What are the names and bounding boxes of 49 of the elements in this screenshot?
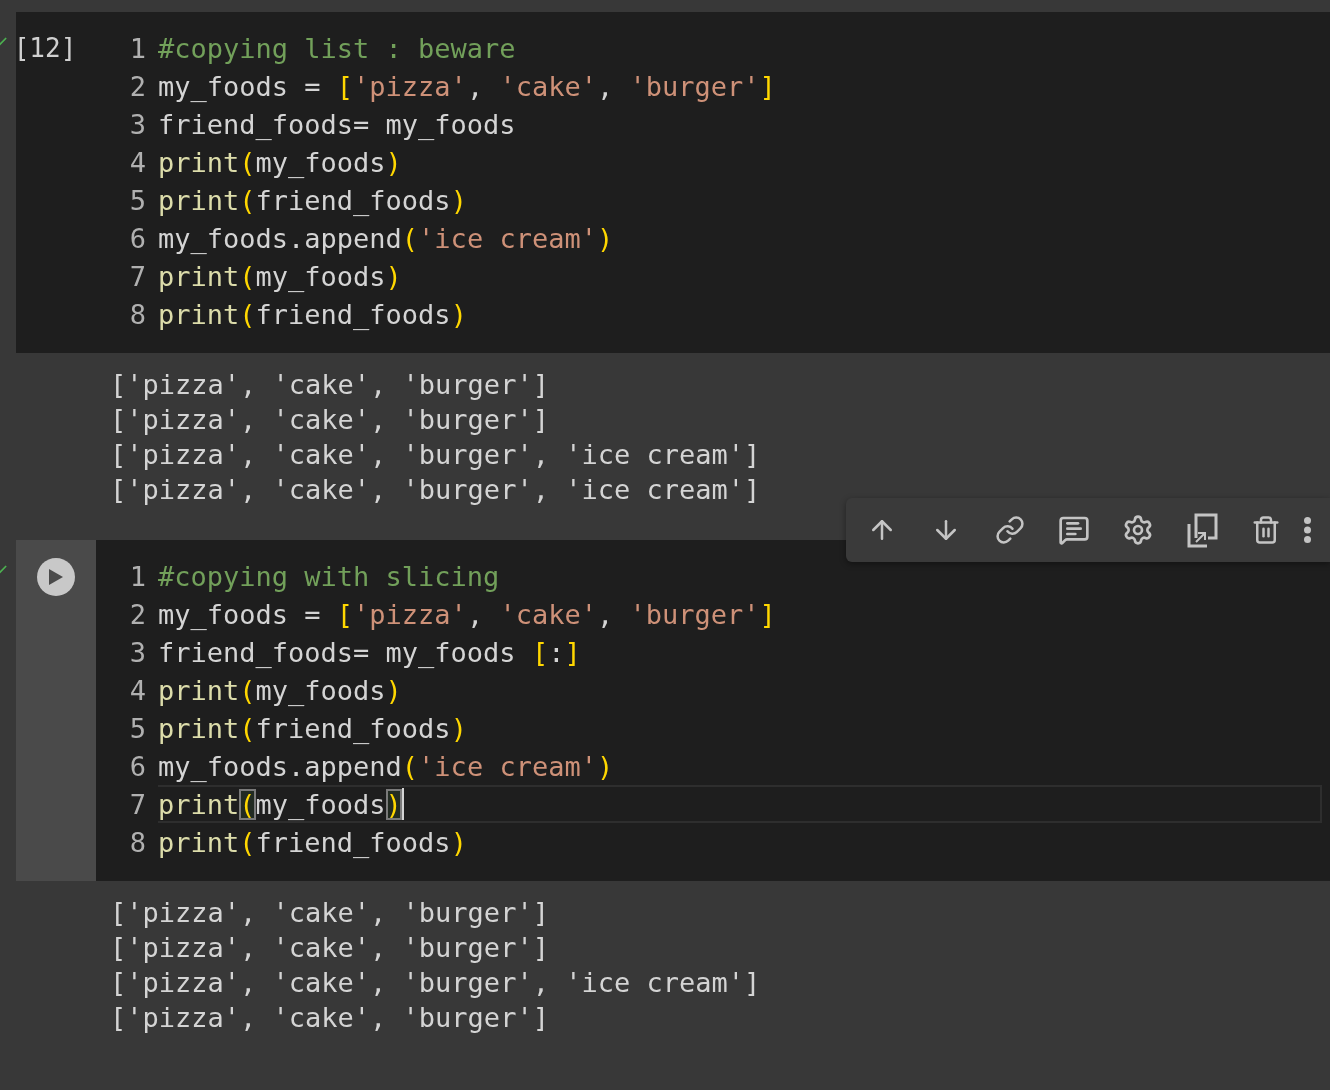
- comment-icon: [1058, 514, 1090, 546]
- output-line: ['pizza', 'cake', 'burger']: [110, 403, 550, 437]
- code-line: friend_foods= my_foods: [158, 107, 517, 142]
- line-number: 4: [128, 146, 146, 178]
- line-number: 3: [128, 108, 146, 140]
- output-line: ['pizza', 'cake', 'burger', 'ice cream']: [110, 438, 762, 472]
- code-line: my_foods.append('ice cream'): [158, 221, 615, 256]
- trash-icon: [1251, 515, 1281, 545]
- line-number: 3: [128, 636, 146, 668]
- output-line: ['pizza', 'cake', 'burger']: [110, 931, 550, 965]
- line-number: 2: [128, 598, 146, 630]
- code-line: print(my_foods): [158, 259, 403, 294]
- line-number: 8: [128, 826, 146, 858]
- code-line: #copying list : beware: [158, 31, 517, 66]
- code-line: print(friend_foods): [158, 825, 468, 860]
- output-line: ['pizza', 'cake', 'burger']: [110, 1001, 550, 1035]
- line-number: 1: [128, 32, 146, 64]
- code-line: friend_foods= my_foods [:]: [158, 635, 582, 670]
- line-number: 6: [128, 222, 146, 254]
- line-number: 8: [128, 298, 146, 330]
- settings-icon: [1122, 514, 1154, 546]
- code-line: print(my_foods): [158, 673, 403, 708]
- code-line: print(friend_foods): [158, 297, 468, 332]
- code-line: print(friend_foods): [158, 711, 468, 746]
- link-icon: [995, 515, 1025, 545]
- play-icon: [48, 568, 64, 586]
- code-line: print(friend_foods): [158, 183, 468, 218]
- more-icon: [1304, 517, 1311, 543]
- code-line: #copying with slicing: [158, 559, 501, 594]
- line-number: 4: [128, 674, 146, 706]
- line-number: 7: [128, 788, 146, 820]
- line-number: 1: [128, 560, 146, 592]
- code-line: my_foods = ['pizza', 'cake', 'burger']: [158, 597, 777, 632]
- code-line: print(my_foods): [158, 145, 403, 180]
- output-line: ['pizza', 'cake', 'burger', 'ice cream']: [110, 966, 762, 1000]
- output-line: ['pizza', 'cake', 'burger']: [110, 368, 550, 402]
- output-line: ['pizza', 'cake', 'burger', 'ice cream']: [110, 473, 762, 507]
- line-number: 5: [128, 712, 146, 744]
- line-number: 6: [128, 750, 146, 782]
- execution-count: [12]: [13, 32, 77, 65]
- output-line: ['pizza', 'cake', 'burger']: [110, 896, 550, 930]
- run-cell-button[interactable]: [37, 558, 75, 596]
- code-line: print(my_foods): [158, 785, 1322, 823]
- mirror-cell-icon: [1186, 512, 1218, 548]
- line-number: 2: [128, 70, 146, 102]
- code-line: my_foods.append('ice cream'): [158, 749, 615, 784]
- line-number: 7: [128, 260, 146, 292]
- code-line: my_foods = ['pizza', 'cake', 'burger']: [158, 69, 777, 104]
- line-number: 5: [128, 184, 146, 216]
